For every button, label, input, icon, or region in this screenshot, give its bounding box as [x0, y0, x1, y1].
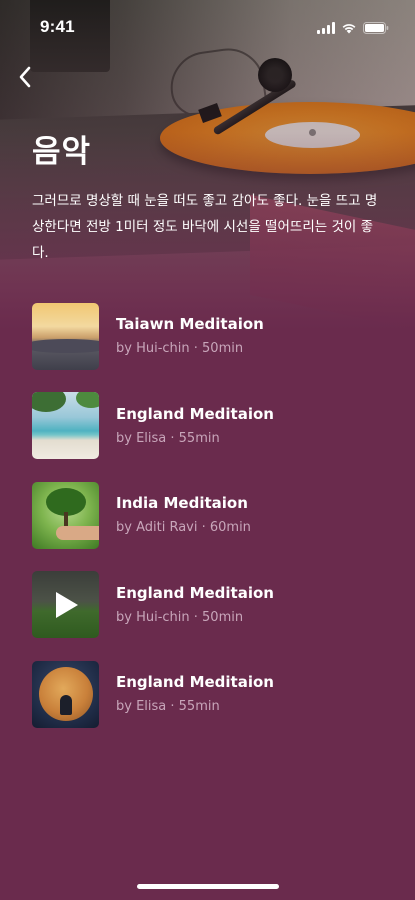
track-item[interactable]: England Meditaion by Elisa · 55min: [32, 392, 392, 460]
track-item[interactable]: Taiawn Meditaion by Hui-chin · 50min: [32, 302, 392, 370]
track-thumbnail: [32, 392, 99, 459]
track-thumbnail: [32, 481, 99, 549]
track-list: Taiawn Meditaion by Hui-chin · 50min Eng…: [32, 302, 392, 750]
back-button[interactable]: [10, 62, 40, 92]
track-thumbnail: [32, 571, 99, 638]
page-title: 음악: [32, 134, 92, 170]
play-icon[interactable]: [56, 592, 78, 618]
track-title: India Meditaion: [116, 494, 248, 512]
track-thumbnail: [32, 302, 99, 370]
figure-silhouette: [60, 694, 72, 715]
meditation-music-screen: 9:41 음악 그러므로 명상할 때 눈을 떠도 좋고 감아도 좋다. 눈을 뜨…: [0, 0, 415, 900]
track-thumbnail: [32, 660, 99, 728]
track-info: England Meditaion by Elisa · 55min: [116, 672, 274, 716]
signal-icon: [317, 22, 335, 34]
track-meta: by Elisa · 55min: [116, 430, 220, 446]
status-icons: [317, 20, 389, 34]
track-meta: by Elisa · 55min: [116, 699, 220, 714]
track-info: England Meditaion by Elisa · 55min: [116, 404, 274, 448]
track-title: Taiawn Meditaion: [116, 315, 264, 333]
track-info: Taiawn Meditaion by Hui-chin · 50min: [116, 314, 264, 358]
status-bar: 9:41: [0, 0, 415, 48]
status-time: 9:41: [40, 17, 75, 36]
track-info: India Meditaion by Aditi Ravi · 60min: [116, 493, 251, 537]
track-item[interactable]: England Meditaion by Elisa · 55min: [32, 660, 392, 728]
track-title: England Meditaion: [116, 404, 274, 423]
track-meta: by Aditi Ravi · 60min: [116, 520, 251, 535]
track-title: England Meditaion: [116, 673, 274, 691]
home-indicator[interactable]: [137, 884, 279, 889]
hand-shape: [56, 525, 99, 540]
battery-icon: [363, 22, 389, 34]
page-description: 그러므로 명상할 때 눈을 떠도 좋고 감아도 좋다. 눈을 뜨고 명상한다면 …: [32, 193, 378, 261]
track-meta: by Hui-chin · 50min: [116, 609, 244, 625]
track-item[interactable]: England Meditaion by Hui-chin · 50min: [32, 571, 392, 639]
track-meta: by Hui-chin · 50min: [116, 341, 244, 356]
track-info: England Meditaion by Hui-chin · 50min: [116, 583, 274, 627]
tree-trunk: [64, 511, 68, 526]
chevron-left-icon: [19, 66, 31, 88]
track-title: England Meditaion: [116, 583, 274, 602]
track-item[interactable]: India Meditaion by Aditi Ravi · 60min: [32, 481, 392, 549]
wifi-icon: [341, 22, 357, 34]
